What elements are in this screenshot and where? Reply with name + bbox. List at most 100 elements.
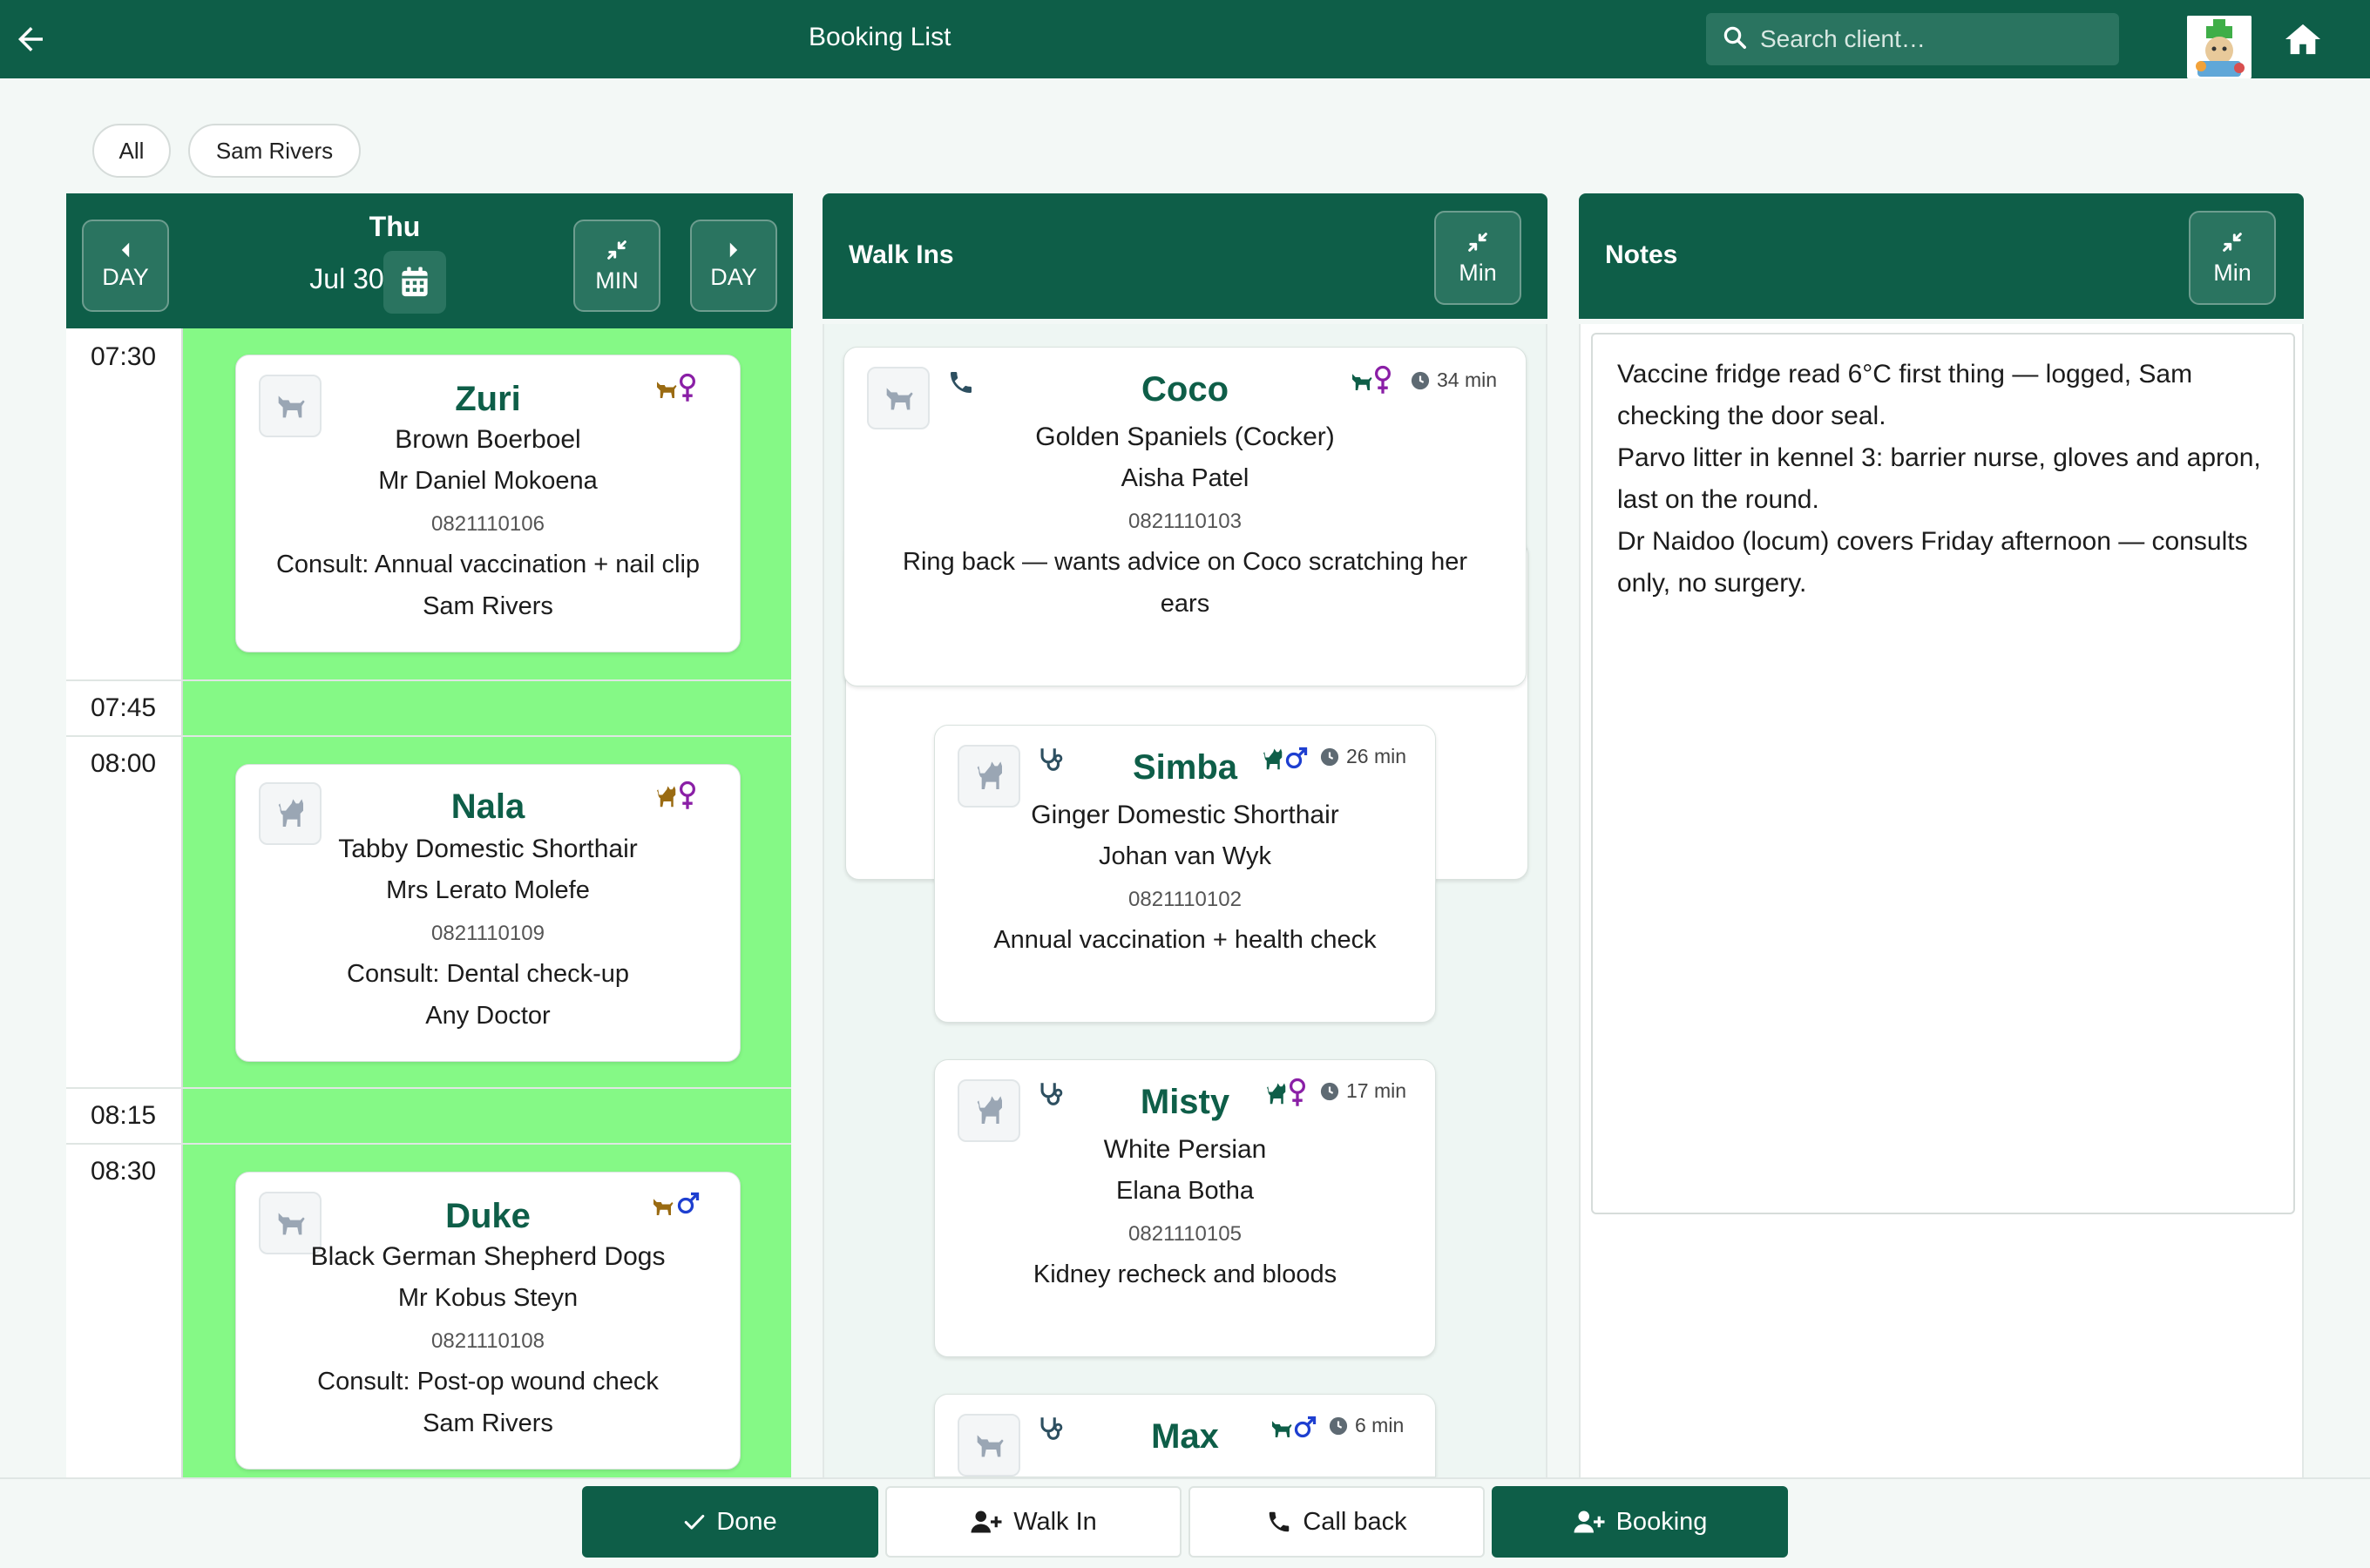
pet-breed: Golden Spaniels (Cocker)	[1035, 422, 1335, 451]
search-box[interactable]	[1706, 13, 2119, 65]
notes-body: Vaccine fridge read 6°C first thing — lo…	[1579, 324, 2304, 1478]
wait-time: 6 min	[1329, 1414, 1404, 1437]
minimize-schedule-button[interactable]: MIN	[573, 220, 660, 312]
booking-reason: Consult: Annual vaccination + nail clip	[275, 551, 701, 578]
owner-phone: 0821110108	[431, 1329, 545, 1353]
owner-phone: 0821110109	[431, 922, 545, 945]
owner-phone: 0821110105	[1128, 1222, 1242, 1246]
walk-in-button[interactable]: Walk In	[885, 1486, 1182, 1558]
walk-in-note: Ring back — wants advice on Coco scratch…	[903, 548, 1467, 576]
clinic-logo[interactable]	[2187, 16, 2252, 78]
clock-icon	[1320, 1082, 1339, 1100]
search-input[interactable]	[1760, 25, 2100, 53]
female-icon	[1374, 365, 1392, 401]
walk-in-label: Walk In	[1013, 1507, 1097, 1536]
walk-in-note: Kidney recheck and bloods	[1033, 1260, 1337, 1288]
pet-breed: White Persian	[1103, 1135, 1267, 1164]
walk-in-card[interactable]: Misty 17 min White Persian Elana Botha 0…	[934, 1059, 1436, 1357]
owner-name: Mrs Lerato Molefe	[386, 876, 590, 904]
caret-right-icon	[729, 242, 738, 257]
owner-name: Aisha Patel	[1121, 464, 1249, 492]
owner-name: Johan van Wyk	[1098, 842, 1271, 870]
page-title: Booking List	[809, 23, 951, 51]
home-icon[interactable]	[2283, 21, 2323, 57]
wait-time-label: 34 min	[1437, 368, 1498, 391]
assigned-vet: Sam Rivers	[423, 592, 553, 620]
cat-icon	[653, 784, 679, 814]
dog-icon	[1348, 368, 1374, 399]
notes-panel: Notes Min Vaccine fridge read 6°C first …	[1579, 193, 2304, 1478]
time-column	[66, 328, 183, 1478]
schedule-weekday: Thu	[369, 211, 421, 242]
owner-name: Elana Botha	[1115, 1177, 1254, 1205]
minimize-walk-ins-button[interactable]: Min	[1434, 211, 1521, 305]
male-icon	[1292, 1414, 1318, 1444]
notes-textarea[interactable]: Vaccine fridge read 6°C first thing — lo…	[1591, 333, 2295, 1214]
slot-divider	[66, 679, 791, 681]
search-icon	[1722, 24, 1748, 55]
male-icon	[675, 1190, 701, 1220]
cat-icon	[1259, 747, 1285, 777]
next-day-button[interactable]: DAY	[690, 220, 777, 312]
compress-arrows-icon	[1468, 232, 1487, 252]
minimize-label: Min	[1459, 259, 1497, 286]
booking-button[interactable]: Booking	[1492, 1486, 1788, 1558]
back-arrow-icon[interactable]	[12, 21, 49, 57]
booking-card[interactable]: Duke Black German Shepherd Dogs Mr Kobus…	[235, 1172, 741, 1470]
prev-day-button[interactable]: DAY	[82, 220, 169, 312]
walk-ins-header: Walk Ins Min	[823, 193, 1547, 319]
bottom-action-bar: Done Walk In Call back Booking	[0, 1477, 2370, 1568]
pet-breed: Tabby Domestic Shorthair	[338, 835, 638, 863]
booking-card[interactable]: Nala Tabby Domestic Shorthair Mrs Lerato…	[235, 764, 741, 1062]
minimize-label: MIN	[595, 267, 639, 294]
pet-breed: Black German Shepherd Dogs	[310, 1242, 666, 1271]
walk-in-card[interactable]: Max 6 min	[934, 1394, 1436, 1477]
walk-in-note: ears	[1160, 590, 1210, 618]
minimize-notes-button[interactable]: Min	[2189, 211, 2276, 305]
booking-reason: Consult: Post-op wound check	[317, 1368, 659, 1396]
male-icon	[1283, 745, 1310, 775]
cat-icon	[1263, 1081, 1289, 1112]
prev-day-label: DAY	[102, 263, 149, 290]
female-icon	[679, 781, 696, 816]
female-icon	[679, 373, 696, 409]
wait-time: 26 min	[1320, 745, 1406, 768]
filter-chip-all[interactable]: All	[92, 124, 171, 178]
calendar-icon	[402, 267, 428, 297]
booking-card[interactable]: Zuri Brown Boerboel Mr Daniel Mokoena 08…	[235, 355, 741, 652]
walk-in-card[interactable]: Coco 34 min Golden Spaniels (Cocker) Ais…	[843, 347, 1527, 686]
add-user-icon	[1574, 1511, 1605, 1533]
slot-divider	[66, 735, 791, 737]
notes-header: Notes Min	[1579, 193, 2304, 319]
call-back-button[interactable]: Call back	[1188, 1486, 1485, 1558]
notes-title: Notes	[1605, 240, 1678, 269]
assigned-vet: Any Doctor	[425, 1002, 551, 1030]
booking-label: Booking	[1615, 1507, 1708, 1536]
clock-icon	[1320, 747, 1339, 766]
time-slot-label: 07:30	[91, 342, 157, 371]
dog-icon	[653, 376, 679, 407]
minimize-label: Min	[2213, 259, 2252, 286]
time-slot-label: 07:45	[91, 693, 157, 722]
pet-breed: Brown Boerboel	[395, 425, 581, 454]
booking-reason: Consult: Dental check-up	[347, 960, 629, 988]
slot-divider	[66, 1143, 791, 1145]
wait-time: 17 min	[1320, 1079, 1406, 1103]
walk-ins-title: Walk Ins	[849, 240, 954, 269]
owner-phone: 0821110103	[1128, 510, 1242, 533]
compress-arrows-icon	[607, 240, 626, 260]
filter-chip-sam-rivers[interactable]: Sam Rivers	[188, 124, 361, 178]
next-day-label: DAY	[710, 263, 757, 290]
time-slot-label: 08:30	[91, 1157, 157, 1186]
done-button[interactable]: Done	[582, 1486, 878, 1558]
phone-icon	[1270, 1511, 1290, 1532]
walk-in-card[interactable]: Simba 26 min Ginger Domestic Shorthair J…	[934, 725, 1436, 1023]
time-slot-label: 08:00	[91, 749, 157, 778]
pet-breed: Ginger Domestic Shorthair	[1031, 801, 1339, 829]
caret-left-icon	[121, 242, 130, 257]
wait-time-label: 17 min	[1346, 1079, 1407, 1102]
time-slot-label: 08:15	[91, 1101, 157, 1130]
compress-arrows-icon	[2223, 232, 2242, 252]
calendar-button[interactable]	[383, 251, 446, 314]
clock-icon	[1411, 371, 1430, 389]
